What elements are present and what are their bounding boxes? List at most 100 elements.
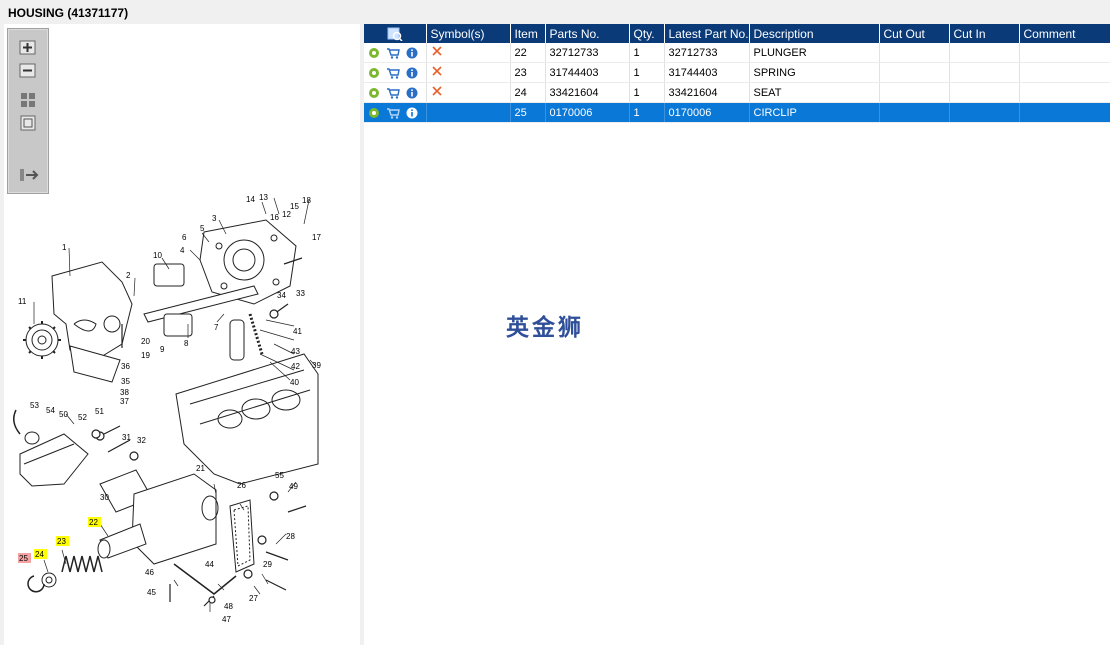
part-shaft bbox=[143, 285, 259, 323]
svg-text:49: 49 bbox=[289, 482, 298, 491]
info-icon[interactable] bbox=[406, 87, 418, 99]
svg-text:10: 10 bbox=[153, 251, 162, 260]
svg-text:32: 32 bbox=[137, 436, 146, 445]
svg-text:28: 28 bbox=[286, 532, 295, 541]
row-symbol bbox=[426, 82, 511, 103]
svg-text:41: 41 bbox=[293, 327, 302, 336]
svg-text:13: 13 bbox=[259, 193, 268, 202]
diagram-pane[interactable]: 1 2 3 4 5 6 7 8 9 10 11 12 13 14 15 16 1… bbox=[4, 24, 360, 645]
row-actions bbox=[364, 62, 427, 83]
part-gear bbox=[23, 321, 61, 359]
svg-text:5: 5 bbox=[200, 224, 205, 233]
cell-qty: 1 bbox=[629, 62, 665, 83]
svg-text:12: 12 bbox=[282, 210, 291, 219]
column-header-parts-no[interactable]: Parts No. bbox=[545, 24, 630, 43]
svg-text:48: 48 bbox=[224, 602, 233, 611]
cross-icon bbox=[431, 46, 442, 56]
svg-text:52: 52 bbox=[78, 413, 87, 422]
column-header-description[interactable]: Description bbox=[749, 24, 880, 43]
svg-text:30: 30 bbox=[100, 493, 109, 502]
row-actions bbox=[364, 102, 427, 123]
row-symbol bbox=[426, 43, 511, 63]
svg-text:25: 25 bbox=[19, 554, 28, 563]
svg-text:31: 31 bbox=[122, 433, 131, 442]
row-symbol bbox=[426, 102, 511, 123]
column-header-cut-out[interactable]: Cut Out bbox=[879, 24, 950, 43]
cell-cut-out bbox=[879, 43, 950, 63]
svg-text:37: 37 bbox=[120, 397, 129, 406]
gear-icon[interactable] bbox=[368, 67, 380, 79]
cell-item: 25 bbox=[510, 102, 546, 123]
cell-item: 24 bbox=[510, 82, 546, 103]
cell-qty: 1 bbox=[629, 82, 665, 103]
cell-part-no: 32712733 bbox=[545, 43, 630, 63]
svg-text:43: 43 bbox=[291, 347, 300, 356]
cell-cut-in bbox=[949, 43, 1020, 63]
column-header-latest-part-no[interactable]: Latest Part No. bbox=[664, 24, 750, 43]
svg-text:16: 16 bbox=[270, 213, 279, 222]
cart-icon[interactable] bbox=[386, 87, 400, 99]
cell-cut-in bbox=[949, 82, 1020, 103]
column-header-symbols[interactable]: Symbol(s) bbox=[426, 24, 511, 43]
view-details-icon bbox=[387, 27, 403, 42]
info-icon[interactable] bbox=[406, 67, 418, 79]
column-header-cut-in[interactable]: Cut In bbox=[949, 24, 1020, 43]
table-row[interactable]: 23 31744403 1 31744403 SPRING bbox=[364, 62, 1110, 83]
info-icon[interactable] bbox=[406, 107, 418, 119]
svg-text:24: 24 bbox=[35, 550, 44, 559]
svg-text:50: 50 bbox=[59, 410, 68, 419]
table-row-selected[interactable]: 25 0170006 1 0170006 CIRCLIP bbox=[364, 102, 1110, 123]
svg-text:20: 20 bbox=[141, 337, 150, 346]
svg-text:11: 11 bbox=[18, 297, 27, 306]
cart-icon[interactable] bbox=[386, 107, 400, 119]
gear-icon[interactable] bbox=[368, 47, 380, 59]
window-title: HOUSING (41371177) bbox=[8, 6, 129, 20]
svg-text:6: 6 bbox=[182, 233, 187, 242]
svg-text:53: 53 bbox=[30, 401, 39, 410]
svg-text:34: 34 bbox=[277, 291, 286, 300]
column-header-item[interactable]: Item bbox=[510, 24, 546, 43]
cell-cut-in bbox=[949, 62, 1020, 83]
svg-text:17: 17 bbox=[312, 233, 321, 242]
svg-text:54: 54 bbox=[46, 406, 55, 415]
part-circlip bbox=[27, 575, 45, 593]
cart-icon[interactable] bbox=[386, 67, 400, 79]
svg-text:42: 42 bbox=[291, 362, 300, 371]
cell-comment bbox=[1019, 102, 1110, 123]
table-row[interactable]: 22 32712733 1 32712733 PLUNGER bbox=[364, 43, 1110, 63]
svg-text:35: 35 bbox=[121, 377, 130, 386]
svg-text:40: 40 bbox=[290, 378, 299, 387]
svg-text:38: 38 bbox=[120, 388, 129, 397]
cell-comment bbox=[1019, 82, 1110, 103]
cell-latest-part-no: 31744403 bbox=[664, 62, 750, 83]
row-actions bbox=[364, 82, 427, 103]
exploded-parts-diagram[interactable]: 1 2 3 4 5 6 7 8 9 10 11 12 13 14 15 16 1… bbox=[4, 24, 360, 645]
window-title-bar: HOUSING (41371177) bbox=[0, 0, 1110, 24]
column-header-comment[interactable]: Comment bbox=[1019, 24, 1110, 43]
gear-icon[interactable] bbox=[368, 87, 380, 99]
gear-icon[interactable] bbox=[368, 107, 380, 119]
svg-text:23: 23 bbox=[57, 537, 66, 546]
svg-text:19: 19 bbox=[141, 351, 150, 360]
svg-text:29: 29 bbox=[263, 560, 272, 569]
part-spring bbox=[61, 555, 103, 573]
svg-text:27: 27 bbox=[249, 594, 258, 603]
cell-comment bbox=[1019, 62, 1110, 83]
svg-text:51: 51 bbox=[95, 407, 104, 416]
table-row[interactable]: 24 33421604 1 33421604 SEAT bbox=[364, 82, 1110, 103]
cell-description: CIRCLIP bbox=[749, 102, 880, 123]
cart-icon[interactable] bbox=[386, 47, 400, 59]
svg-text:45: 45 bbox=[147, 588, 156, 597]
cell-description: SEAT bbox=[749, 82, 880, 103]
info-icon[interactable] bbox=[406, 47, 418, 59]
svg-text:3: 3 bbox=[212, 214, 217, 223]
parts-list-pane: Symbol(s) Item Parts No. Qty. Latest Par… bbox=[364, 24, 1110, 645]
watermark-text: 英金狮 bbox=[506, 315, 584, 341]
cell-qty: 1 bbox=[629, 102, 665, 123]
cell-cut-in bbox=[949, 102, 1020, 123]
column-header-view[interactable] bbox=[364, 24, 427, 43]
column-header-qty[interactable]: Qty. bbox=[629, 24, 665, 43]
cell-description: PLUNGER bbox=[749, 43, 880, 63]
cell-cut-out bbox=[879, 62, 950, 83]
row-symbol bbox=[426, 62, 511, 83]
